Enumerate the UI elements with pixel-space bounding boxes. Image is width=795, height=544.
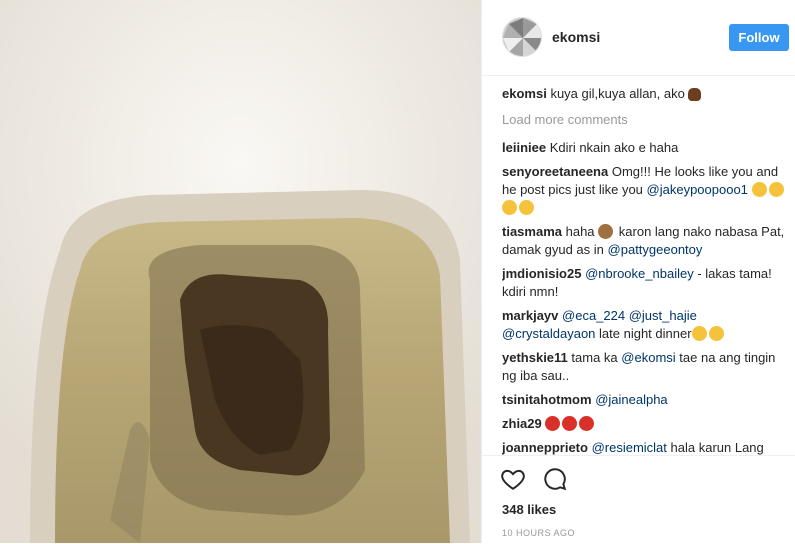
heart-eyes-emoji-icon [691, 326, 707, 341]
mention-link[interactable]: @jainealpha [595, 392, 667, 407]
crying-emoji-icon [751, 182, 767, 197]
devil-emoji-icon [579, 416, 595, 431]
heart-icon[interactable] [500, 466, 526, 492]
crying-emoji-icon [708, 326, 724, 341]
instagram-post-view: ekomsi Follow ekomsi kuya gil,kuya allan… [0, 0, 795, 543]
comment-item: zhia29 [502, 415, 792, 433]
post-username[interactable]: ekomsi [552, 29, 600, 45]
post-sidebar: ekomsi Follow ekomsi kuya gil,kuya allan… [481, 0, 795, 543]
mention-link[interactable]: @crystaldayaon [502, 326, 595, 341]
comment-username[interactable]: leiiniee [502, 140, 546, 155]
caption-username[interactable]: ekomsi [502, 86, 547, 101]
comment-text: late night dinner [599, 326, 692, 341]
comment-username[interactable]: markjayv [502, 308, 558, 323]
post-photo-graphic [0, 0, 481, 543]
comment-text: haha [565, 224, 595, 239]
mention-link[interactable]: @eca_224 [562, 308, 625, 323]
mention-link[interactable]: @ekomsi [621, 350, 675, 365]
post-timestamp[interactable]: 10 HOURS AGO [502, 528, 575, 538]
mention-link[interactable]: @pattygeeontoy [608, 242, 703, 257]
monkey-emoji-icon [598, 224, 614, 239]
caption-text: kuya gil,kuya allan, ako [550, 86, 685, 101]
comment-text: hala karun Lang [670, 440, 764, 455]
comment-item: markjayv @eca_224 @just_hajie @crystalda… [502, 307, 792, 343]
mention-link[interactable]: @nbrooke_nbailey [585, 266, 694, 281]
mention-link[interactable]: @jakeypoopooo1 [647, 182, 748, 197]
comment-username[interactable]: tsinitahotmom [502, 392, 592, 407]
devil-emoji-icon [562, 416, 578, 431]
comment-item: jmdionisio25 @nbrooke_nbailey - lakas ta… [502, 265, 792, 301]
mention-link[interactable]: @resiemiclat [592, 440, 667, 455]
post-header: ekomsi Follow [482, 0, 795, 76]
comment-username[interactable]: jmdionisio25 [502, 266, 581, 281]
likes-count[interactable]: 348 likes [502, 502, 556, 517]
avatar[interactable] [502, 17, 542, 57]
comment-username[interactable]: joannepprieto [502, 440, 588, 455]
mention-link[interactable]: @just_hajie [629, 308, 697, 323]
load-more-comments-link[interactable]: Load more comments [502, 111, 792, 129]
comment-username[interactable]: yethskie11 [502, 350, 568, 365]
comment-item: senyoreetaneena Omg!!! He looks like you… [502, 163, 792, 217]
poop-emoji-icon [688, 88, 702, 101]
caption: ekomsi kuya gil,kuya allan, ako [502, 85, 792, 103]
comment-item: tiasmama haha karon lang nako nabasa Pat… [502, 223, 792, 259]
comment-text: tama ka [571, 350, 618, 365]
comment-item: leiiniee Kdiri nkain ako e haha [502, 139, 792, 157]
devil-emoji-icon [545, 416, 561, 431]
crying-emoji-icon [768, 182, 784, 197]
comment-username[interactable]: senyoreetaneena [502, 164, 608, 179]
crying-emoji-icon [519, 200, 534, 215]
crying-emoji-icon [502, 200, 517, 215]
comment-item: yethskie11 tama ka @ekomsi tae na ang ti… [502, 349, 792, 385]
comments-list[interactable]: ekomsi kuya gil,kuya allan, ako Load mor… [502, 85, 792, 455]
comment-username[interactable]: tiasmama [502, 224, 562, 239]
comment-item: joannepprieto @resiemiclat hala karun La… [502, 439, 792, 455]
post-photo[interactable] [0, 0, 481, 543]
post-actions: 348 likes 10 HOURS AGO [482, 455, 795, 544]
follow-button[interactable]: Follow [729, 24, 789, 51]
comment-text: Kdiri nkain ako e haha [549, 140, 679, 155]
comment-item: tsinitahotmom @jainealpha [502, 391, 792, 409]
comment-username[interactable]: zhia29 [502, 416, 542, 431]
comment-icon[interactable] [542, 466, 568, 492]
